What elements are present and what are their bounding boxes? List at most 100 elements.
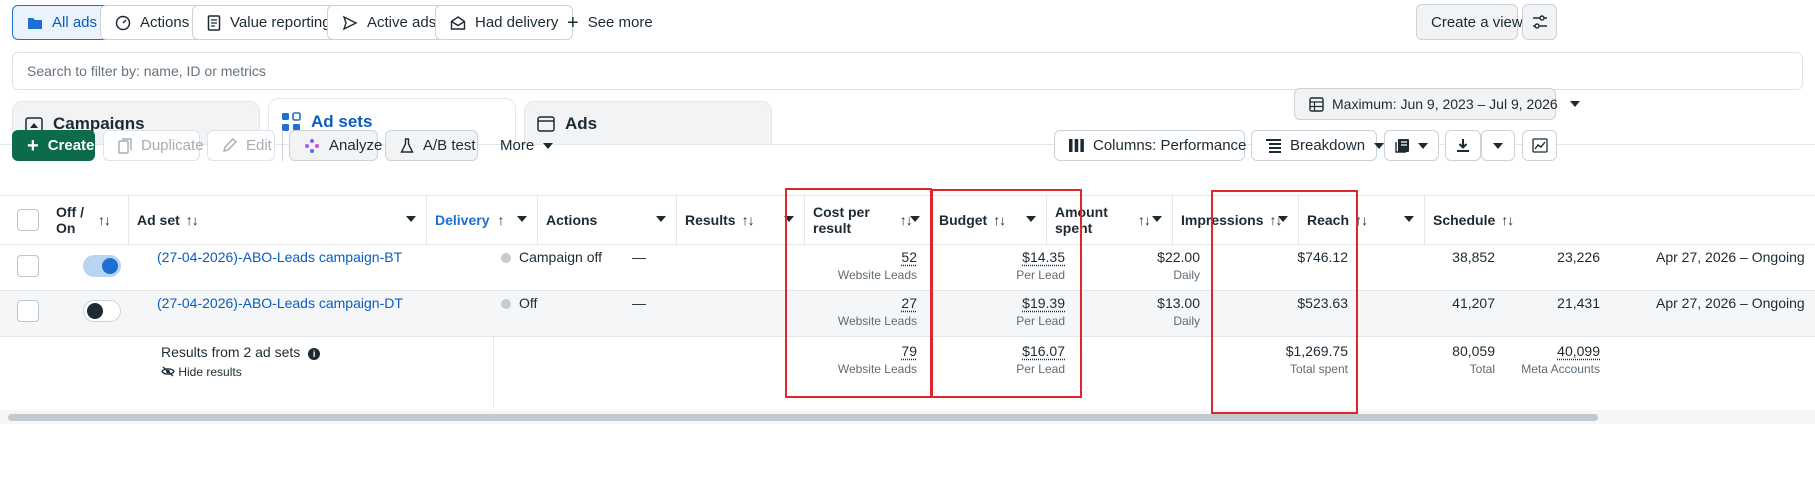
row-checkbox[interactable]	[17, 255, 39, 277]
total-results-cell: 79 Website Leads	[837, 343, 917, 376]
sort-icon[interactable]: ↑↓	[186, 212, 199, 228]
column-header-reach[interactable]: Reach ↑↓	[1298, 196, 1424, 244]
report-book-icon	[1395, 139, 1409, 153]
sort-icon[interactable]: ↑↓	[993, 212, 1006, 228]
all-ads-filter[interactable]: All ads	[12, 5, 113, 40]
column-header-off-on[interactable]: Off / On ↑↓	[48, 196, 128, 244]
ad-set-name-link[interactable]: (27-04-2026)-ABO-Leads campaign-DT	[157, 295, 403, 311]
chevron-down-icon	[1569, 101, 1580, 107]
ad-set-toggle[interactable]	[83, 300, 121, 322]
plus-icon: +	[27, 134, 39, 157]
plus-icon: +	[567, 11, 579, 34]
toolbar-separator	[282, 130, 283, 161]
cost-per-result-cell: $14.35 Per Lead	[1016, 249, 1065, 282]
schedule-cell: Apr 27, 2026 – Ongoing	[1656, 295, 1805, 311]
export-button[interactable]	[1445, 130, 1481, 161]
sort-icon[interactable]: ↑↓	[1501, 212, 1514, 228]
row-checkbox[interactable]	[17, 300, 39, 322]
sort-icon[interactable]: ↑↓	[1138, 212, 1151, 228]
search-input[interactable]: Search to filter by: name, ID or metrics	[12, 52, 1803, 90]
select-all-checkbox[interactable]	[17, 209, 39, 231]
sort-ascending-icon[interactable]: ↑	[497, 212, 504, 228]
delivery-status: Campaign off	[501, 249, 602, 265]
more-button[interactable]: More	[485, 130, 555, 161]
chevron-down-icon[interactable]	[910, 216, 920, 222]
column-header-budget[interactable]: Budget ↑↓	[930, 196, 1046, 244]
date-range-picker[interactable]: Maximum: Jun 9, 2023 – Jul 9, 2026	[1294, 88, 1580, 120]
toggle-knob	[87, 303, 103, 319]
chevron-down-icon[interactable]	[656, 216, 666, 222]
column-header-results[interactable]: Results ↑↓	[676, 196, 804, 244]
column-header-cost-per-result[interactable]: Cost per result ↑↓	[804, 196, 930, 244]
grid-icon	[282, 112, 301, 131]
column-header-schedule[interactable]: Schedule ↑↓	[1424, 196, 1574, 244]
column-header-impressions[interactable]: Impressions ↑↓	[1172, 196, 1298, 244]
info-icon[interactable]: i	[308, 348, 321, 360]
analyze-button[interactable]: Analyze	[289, 130, 382, 161]
actions-value: —	[632, 249, 646, 265]
chevron-down-icon	[1374, 142, 1385, 149]
chevron-down-icon[interactable]	[406, 216, 416, 222]
see-more-filter[interactable]: + See more	[552, 5, 668, 40]
export-options-button[interactable]	[1481, 130, 1515, 161]
chevron-down-icon[interactable]	[784, 216, 794, 222]
reach-cell: 21,431	[1557, 295, 1600, 311]
table-row[interactable]: (27-04-2026)-ABO-Leads campaign-DT Off —…	[0, 291, 1815, 336]
chevron-down-icon	[1418, 142, 1428, 149]
chevron-down-icon[interactable]	[517, 216, 527, 222]
actions-filter[interactable]: Actions	[100, 5, 205, 40]
eye-slash-icon	[161, 366, 175, 377]
breakdown-button[interactable]: Breakdown	[1251, 130, 1385, 161]
reach-cell: 23,226	[1557, 249, 1600, 265]
amount-spent-cell: $523.63	[1297, 295, 1348, 311]
gauge-icon	[115, 15, 131, 30]
column-header-actions[interactable]: Actions	[537, 196, 676, 244]
total-cost-cell: $16.07 Per Lead	[1016, 343, 1065, 376]
chevron-down-icon[interactable]	[1404, 216, 1414, 222]
duplicate-button[interactable]: Duplicate	[103, 130, 204, 161]
status-dot	[501, 299, 511, 309]
totals-row: Results from 2 ad sets i Hide results 79…	[0, 337, 1815, 409]
ad-set-toggle[interactable]	[83, 255, 121, 277]
amount-spent-cell: $746.12	[1297, 249, 1348, 265]
total-reach-cell: 40,099 Meta Accounts	[1521, 343, 1600, 376]
view-settings-button[interactable]	[1522, 4, 1557, 40]
send-icon	[342, 15, 358, 30]
chevron-down-icon[interactable]	[1278, 216, 1288, 222]
tab-ads[interactable]: Ads	[524, 101, 772, 145]
line-chart-icon	[1532, 138, 1548, 153]
cost-per-result-cell: $19.39 Per Lead	[1016, 295, 1065, 328]
edit-button[interactable]: Edit	[207, 130, 275, 161]
ab-test-button[interactable]: A/B test	[385, 130, 478, 161]
results-cell: 52 Website Leads	[837, 249, 917, 282]
ad-set-name-link[interactable]: (27-04-2026)-ABO-Leads campaign-BT	[157, 249, 402, 265]
column-header-amount-spent[interactable]: Amount spent ↑↓	[1046, 196, 1172, 244]
column-header-ad-set[interactable]: Ad set ↑↓	[128, 196, 426, 244]
chevron-down-icon[interactable]	[1152, 216, 1162, 222]
sort-icon[interactable]: ↑↓	[1355, 212, 1368, 228]
columns-icon	[1069, 139, 1084, 152]
columns-button[interactable]: Columns: Performance	[1054, 130, 1266, 161]
horizontal-scrollbar-thumb[interactable]	[8, 414, 1598, 421]
chevron-down-icon[interactable]	[1026, 216, 1036, 222]
create-button[interactable]: + Create	[12, 130, 95, 161]
column-header-delivery[interactable]: Delivery ↑	[426, 196, 537, 244]
sort-icon[interactable]: ↑↓	[98, 212, 111, 228]
calendar-table-icon	[1309, 96, 1324, 112]
analyze-sparkle-icon	[305, 138, 319, 153]
column-divider	[493, 337, 494, 409]
breakdown-icon	[1266, 138, 1281, 153]
actions-value: —	[632, 295, 646, 311]
toggle-knob	[102, 258, 118, 274]
charts-button[interactable]	[1522, 130, 1557, 161]
active-ads-filter[interactable]: Active ads	[327, 5, 452, 40]
results-cell: 27 Website Leads	[837, 295, 917, 328]
hide-results-link[interactable]: Hide results	[161, 365, 242, 379]
reports-button[interactable]	[1384, 130, 1439, 161]
create-view-button[interactable]: Create a view	[1416, 4, 1523, 40]
sort-icon[interactable]: ↑↓	[742, 212, 755, 228]
value-reporting-filter[interactable]: Value reporting	[192, 5, 346, 40]
table-row[interactable]: (27-04-2026)-ABO-Leads campaign-BT Campa…	[0, 245, 1815, 290]
totals-label: Results from 2 ad sets i	[161, 344, 321, 360]
delivery-status: Off	[501, 295, 537, 311]
